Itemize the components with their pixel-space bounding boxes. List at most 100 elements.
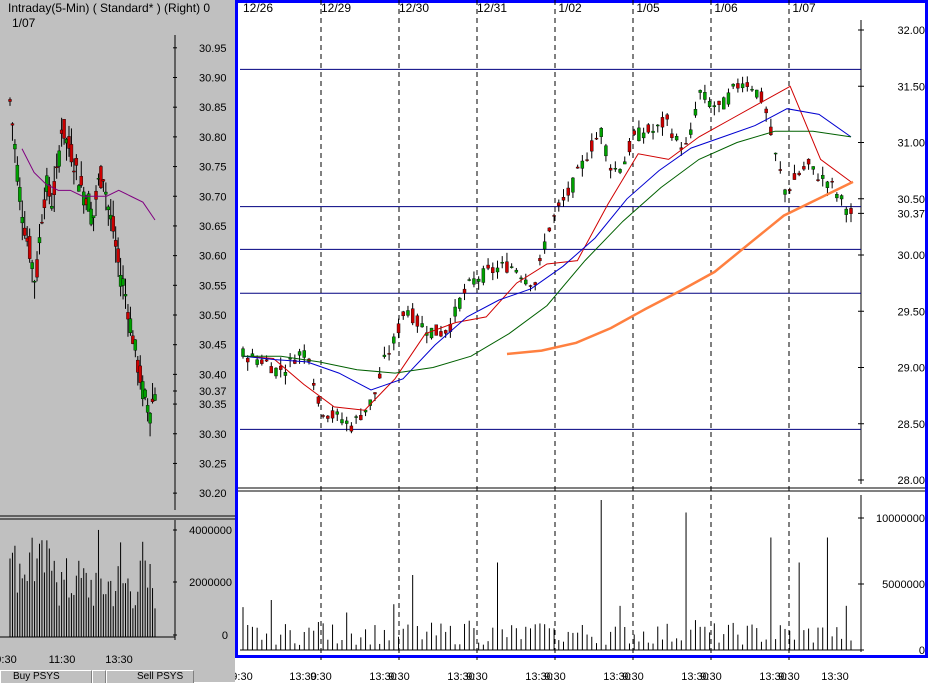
date-label: 1/06 xyxy=(714,1,738,15)
main-price-tick-label: 32.00 xyxy=(897,25,925,37)
left-candle-body xyxy=(153,394,157,401)
chart-window: Intraday(5-Min) ( Standard* ) (Right) 0 … xyxy=(0,0,928,683)
candle-body xyxy=(646,124,651,133)
left-candle-body xyxy=(62,119,66,139)
left-price-tick-label: 30.65 xyxy=(199,221,227,233)
candle-body xyxy=(731,83,735,87)
left-chart-panel[interactable]: Intraday(5-Min) ( Standard* ) (Right) 0 … xyxy=(0,0,235,683)
candle-body xyxy=(443,330,448,334)
candle-body xyxy=(396,323,401,334)
candle-body xyxy=(316,396,321,404)
candle-body xyxy=(788,189,792,192)
candle-body xyxy=(288,357,292,360)
left-volume-tick-label: 2000000 xyxy=(189,577,232,589)
main-price-tick-label: 30.00 xyxy=(897,250,925,262)
left-candle-body xyxy=(15,164,20,182)
candle-body xyxy=(491,267,495,274)
candle-body xyxy=(255,359,259,365)
date-label: 1/02 xyxy=(558,1,582,15)
left-price-tick-label: 30.35 xyxy=(199,399,227,411)
candle-body xyxy=(783,189,787,195)
time-label: 9:30 xyxy=(235,671,253,682)
candle-body xyxy=(269,366,273,374)
left-price-tick-label: 30.40 xyxy=(199,369,227,381)
candle-body xyxy=(505,261,509,273)
left-chart-svg[interactable]: 30.95 30.90 30.85 30.80 30.75 30.70 30.65 30.60… xyxy=(0,0,235,670)
left-candle-body xyxy=(121,278,125,286)
candle-body xyxy=(717,100,721,105)
left-price-tick-label: 30.25 xyxy=(199,458,227,470)
time-label: 9:30 xyxy=(778,671,799,682)
candle-body xyxy=(726,92,731,105)
left-candle-body xyxy=(106,206,111,211)
candle-body xyxy=(476,278,481,282)
left-candle-body xyxy=(50,205,54,209)
candle-body xyxy=(377,373,382,379)
main-chart-svg[interactable]: 32.00 31.50 31.00 30.50 30.37 30.00 29.50 29.00… xyxy=(235,0,928,682)
candle-body xyxy=(736,83,740,89)
sell-button[interactable]: Sell PSYS xyxy=(106,670,194,683)
candle-body xyxy=(260,359,264,364)
candle-body xyxy=(453,306,457,317)
candle-body xyxy=(590,140,594,152)
candle-body xyxy=(575,166,580,169)
candle-body xyxy=(778,169,783,171)
date-label: 1/07 xyxy=(792,1,816,15)
candle-body xyxy=(632,130,636,135)
candle-body xyxy=(660,117,665,128)
candle-body xyxy=(326,415,330,419)
moving-average-line xyxy=(242,85,852,411)
candle-body xyxy=(462,288,467,294)
candle-body xyxy=(755,89,759,98)
left-candle-body xyxy=(104,191,108,195)
candle-body xyxy=(665,114,669,120)
selection-border xyxy=(235,0,928,658)
main-price-tick-label: 28.00 xyxy=(897,475,925,487)
time-label: 9:30 xyxy=(310,671,331,682)
candle-body xyxy=(693,109,698,116)
candle-body xyxy=(297,351,302,356)
main-price-tick-label: 30.50 xyxy=(897,194,925,206)
left-candle-body xyxy=(37,237,42,244)
left-candle-body xyxy=(30,262,34,269)
left-candle-body xyxy=(42,199,47,208)
candle-body xyxy=(722,97,726,110)
candle-body xyxy=(707,101,712,107)
candle-body xyxy=(571,177,575,193)
candle-body xyxy=(410,308,415,324)
candle-body xyxy=(415,315,420,327)
candle-body xyxy=(335,411,339,415)
candle-body xyxy=(241,348,245,357)
candle-body xyxy=(344,420,349,424)
candle-body xyxy=(547,227,552,232)
candle-body xyxy=(618,169,622,173)
main-price-tick-label: 29.50 xyxy=(897,306,925,318)
candle-body xyxy=(684,143,688,145)
main-price-tick-label: 29.00 xyxy=(897,363,925,375)
left-candle-body xyxy=(111,216,115,232)
candle-body xyxy=(561,197,566,201)
left-candle-body xyxy=(79,176,83,186)
main-price-tick-label: 30.37 xyxy=(897,208,925,220)
candle-body xyxy=(283,372,288,376)
candle-body xyxy=(481,268,486,283)
buy-button[interactable]: Buy PSYS xyxy=(0,670,92,683)
left-candle-body xyxy=(77,185,81,192)
candle-body xyxy=(656,124,660,127)
main-volume-tick-label: 0 xyxy=(919,645,925,657)
left-candle-body xyxy=(54,166,59,169)
candle-body xyxy=(552,215,556,217)
left-candle-body xyxy=(35,259,39,278)
candle-body xyxy=(420,323,424,328)
left-price-tick-label: 30.45 xyxy=(199,340,227,352)
left-candle-body xyxy=(101,179,106,182)
left-candle-body xyxy=(74,158,79,166)
left-price-tick-label: 30.20 xyxy=(199,488,227,500)
time-label: 9:30 xyxy=(544,671,565,682)
candle-body xyxy=(458,297,462,309)
candle-body xyxy=(538,258,542,262)
candle-body xyxy=(651,130,655,133)
candle-body xyxy=(274,367,278,377)
main-chart-panel[interactable]: 32.00 31.50 31.00 30.50 30.37 30.00 29.50 29.00… xyxy=(235,0,928,682)
candle-body xyxy=(246,358,250,363)
